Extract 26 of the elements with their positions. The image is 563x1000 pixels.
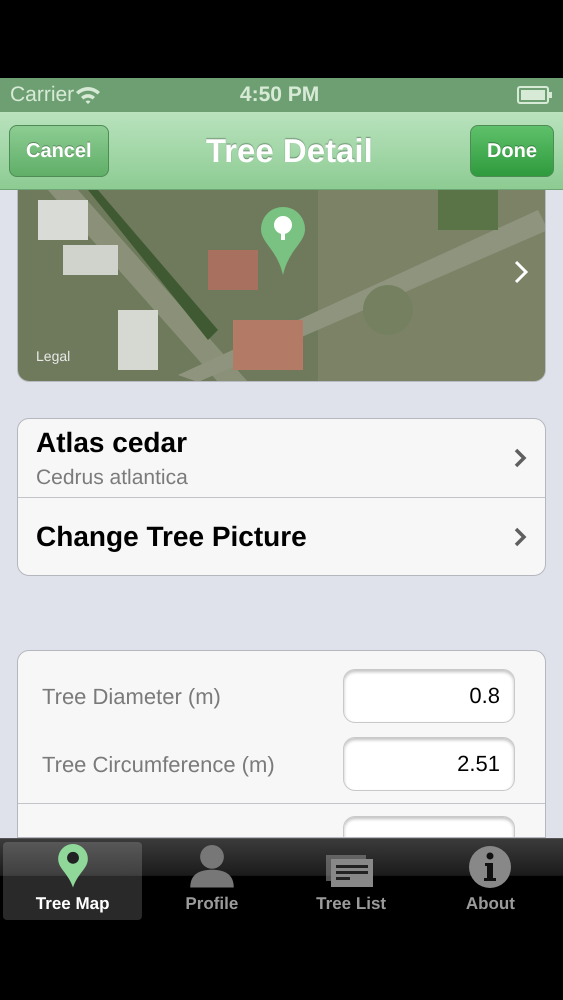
chevron-right-icon <box>513 447 527 469</box>
chevron-right-icon[interactable] <box>513 260 529 284</box>
info-icon <box>468 844 512 888</box>
field-label: Tree Circumference (m) <box>42 750 275 778</box>
row-title: Change Tree Picture <box>36 520 307 554</box>
tree-pin-icon[interactable] <box>260 206 306 276</box>
carrier-label: Carrier <box>10 82 74 108</box>
screen-title: Tree Detail <box>206 130 373 171</box>
map-pin-icon <box>56 843 89 888</box>
row-title: Atlas cedar <box>36 426 188 460</box>
wifi-icon <box>74 85 102 105</box>
list-row[interactable]: Atlas cedar Cedrus atlantica <box>18 419 545 497</box>
list-row[interactable]: Change Tree Picture <box>18 497 545 575</box>
input-field[interactable]: 0.8 <box>343 669 515 723</box>
status-time: 4:50 PM <box>240 82 320 108</box>
chevron-right-icon <box>513 526 527 548</box>
tab[interactable]: Profile <box>142 842 282 920</box>
field-label: Tree Diameter (m) <box>42 682 221 710</box>
tab[interactable]: Tree List <box>282 842 421 920</box>
input-field[interactable]: 2.51 <box>343 737 515 791</box>
tab[interactable]: Tree Map <box>3 842 142 920</box>
tab[interactable]: About <box>420 842 560 920</box>
person-icon <box>188 843 236 888</box>
battery-icon <box>516 86 553 104</box>
row-subtitle: Cedrus atlantica <box>36 465 188 492</box>
legal-link[interactable]: Legal <box>36 346 70 367</box>
